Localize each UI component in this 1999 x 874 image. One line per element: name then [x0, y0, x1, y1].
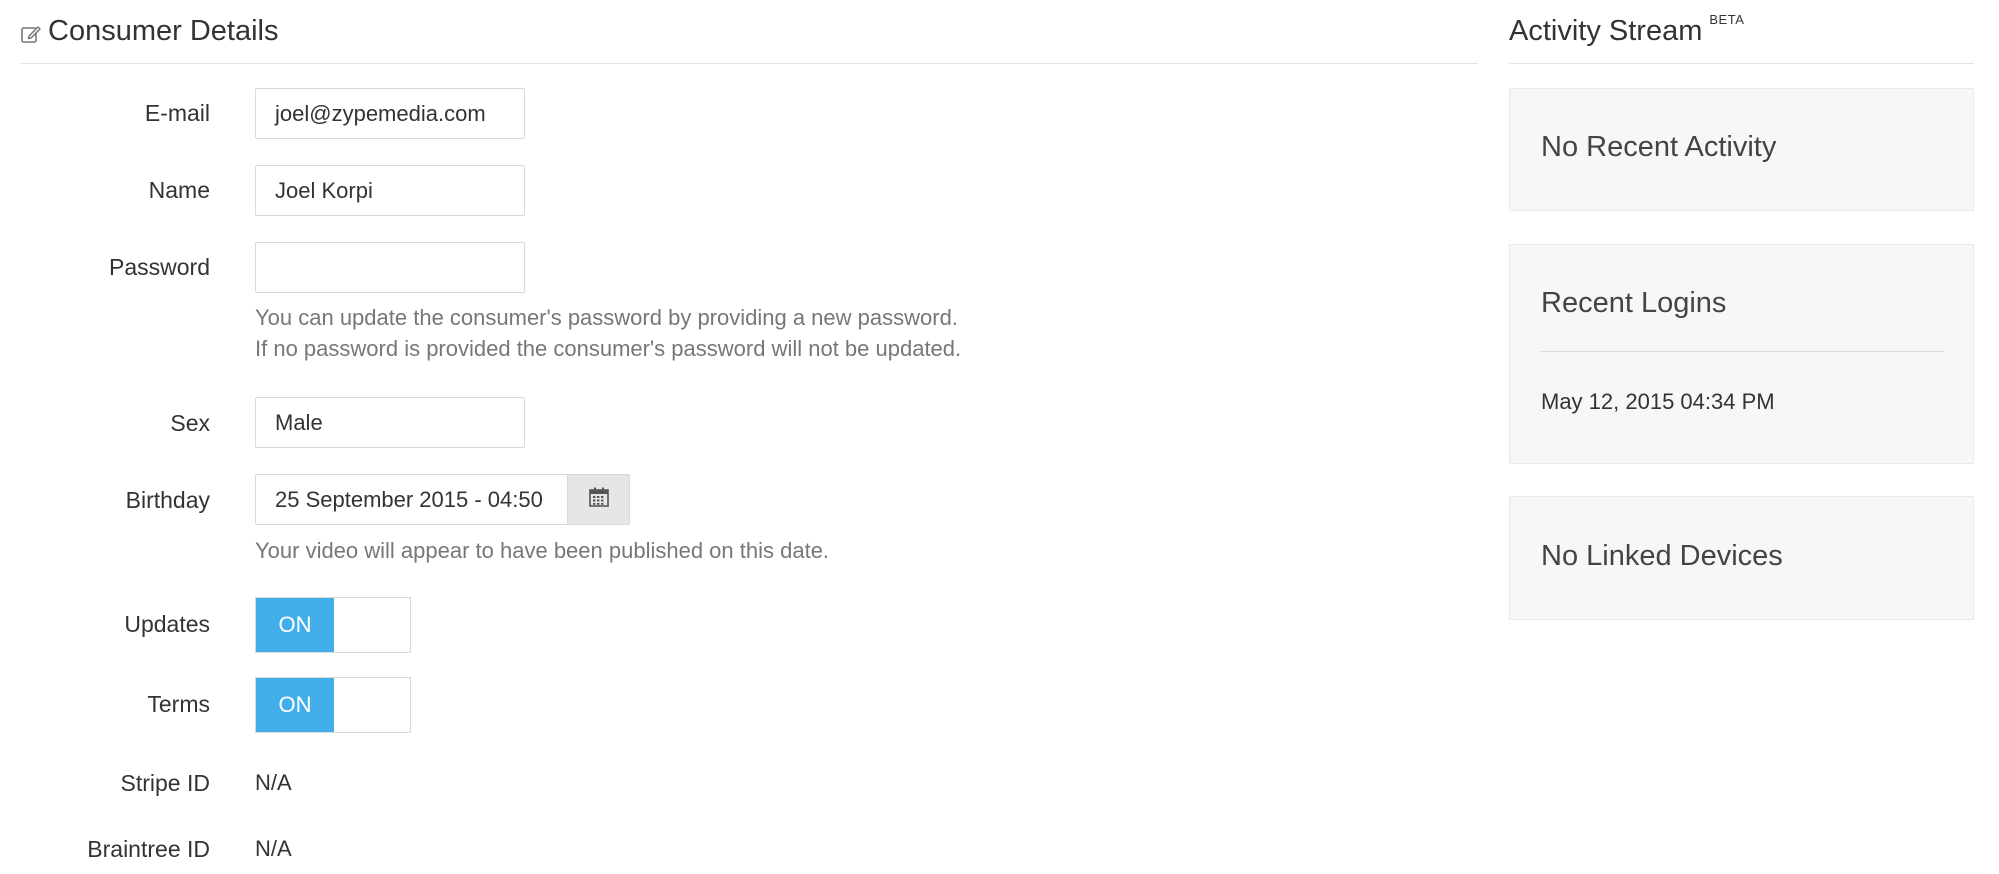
terms-toggle-on: ON [256, 678, 334, 732]
recent-logins-card: Recent Logins May 12, 2015 04:34 PM [1509, 244, 1974, 464]
activity-stream-header: Activity Stream BETA [1509, 0, 1974, 64]
activity-stream-panel: Activity Stream BETA No Recent Activity … [1509, 0, 1974, 620]
beta-badge: BETA [1709, 12, 1745, 27]
recent-logins-divider [1541, 351, 1945, 352]
birthday-date-picker: 25 September 2015 - 04:50 [255, 474, 630, 525]
updates-label: Updates [124, 611, 210, 637]
password-help-line-1: You can update the consumer's password b… [255, 305, 958, 330]
braintree-id-label: Braintree ID [87, 836, 210, 862]
birthday-help: Your video will appear to have been publ… [255, 538, 830, 563]
consumer-page: Consumer Details E-mail joel@zypemedia.c… [0, 0, 1999, 874]
password-label: Password [109, 254, 210, 280]
sex-field[interactable]: Male [255, 397, 525, 448]
activity-stream-title: Activity Stream [1509, 15, 1703, 47]
name-field[interactable]: Joel Korpi [255, 165, 525, 216]
calendar-button[interactable] [567, 474, 630, 525]
sex-label: Sex [170, 410, 210, 436]
page-title: Consumer Details [48, 15, 279, 47]
recent-activity-title: No Recent Activity [1541, 131, 1777, 163]
password-help-line-2: If no password is provided the consumer'… [255, 336, 962, 361]
terms-label: Terms [147, 691, 210, 717]
updates-toggle-on: ON [256, 598, 334, 652]
calendar-icon [588, 486, 610, 513]
password-field[interactable] [255, 242, 525, 293]
consumer-details-header: Consumer Details [20, 0, 1478, 64]
edit-icon [20, 23, 42, 45]
updates-toggle[interactable]: ON [255, 597, 411, 653]
email-field[interactable]: joel@zypemedia.com [255, 88, 525, 139]
birthday-field[interactable]: 25 September 2015 - 04:50 [255, 474, 567, 525]
recent-logins-title: Recent Logins [1541, 287, 1727, 319]
email-label: E-mail [144, 100, 210, 126]
stripe-id-label: Stripe ID [120, 770, 210, 796]
linked-devices-card: No Linked Devices [1509, 496, 1974, 620]
consumer-details-panel: Consumer Details E-mail joel@zypemedia.c… [20, 0, 1478, 862]
terms-toggle[interactable]: ON [255, 677, 411, 733]
name-label: Name [148, 177, 210, 203]
linked-devices-title: No Linked Devices [1541, 540, 1783, 572]
recent-activity-card: No Recent Activity [1509, 88, 1974, 211]
birthday-label: Birthday [125, 487, 210, 513]
recent-login-item: May 12, 2015 04:34 PM [1541, 389, 1775, 414]
stripe-id-value: N/A [255, 770, 292, 795]
braintree-id-value: N/A [255, 836, 292, 861]
